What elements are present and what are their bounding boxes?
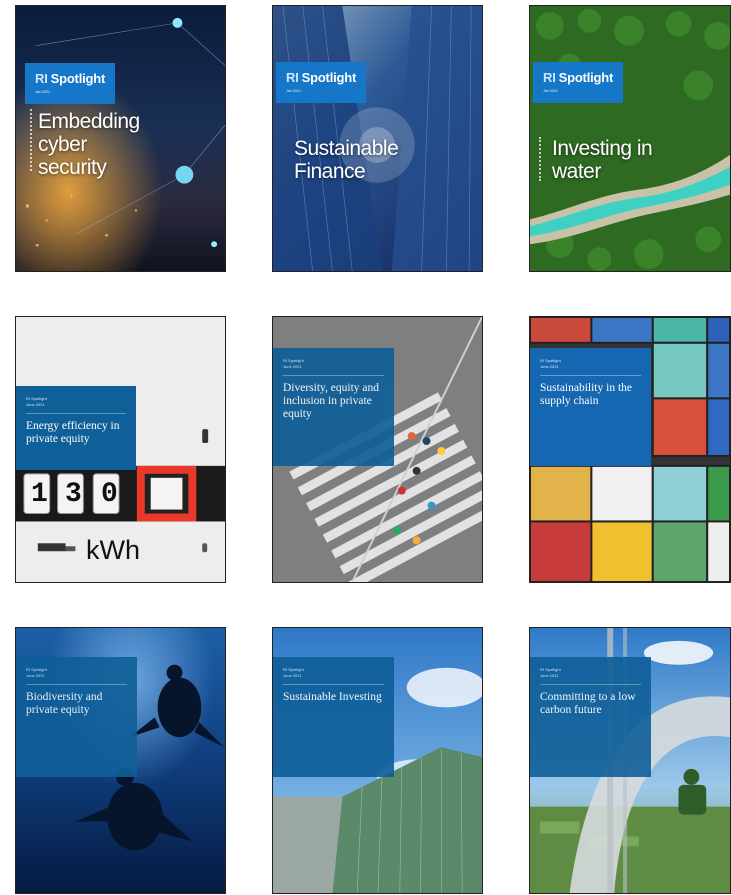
spotlight-date: June 2021 [26, 673, 45, 678]
title-box: RI Spotlight June 2021 Sustainability in… [530, 348, 651, 466]
meter-digit: 0 [101, 479, 118, 510]
report-cover-sustainable-investing[interactable]: RI Spotlight June 2021 Sustainable Inves… [272, 627, 483, 894]
box-rule [540, 684, 641, 685]
report-cover-supply-chain[interactable]: RI Spotlight June 2021 Sustainability in… [529, 316, 731, 583]
cover-title: Sustainable Finance [294, 137, 399, 183]
cover-title: Biodiversity and private equity [26, 691, 103, 716]
meter-digits: 1 3 0 [25, 477, 135, 513]
report-cover-sustainable-finance[interactable]: RI Spotlight Jan 2021 Sustainable Finance [272, 5, 483, 272]
brand-name: Spotlight [558, 70, 614, 85]
report-cover-low-carbon-future[interactable]: RI Spotlight June 2021 Committing to a l… [529, 627, 731, 894]
title-box: RI Spotlight June 2021 Diversity, equity… [273, 348, 394, 466]
report-cover-investing-in-water[interactable]: RI Spotlight Jan 2021 Investing in water [529, 5, 731, 272]
cover-title: Diversity, equity and inclusion in priva… [283, 382, 380, 420]
report-cover-energy-efficiency[interactable]: 1 3 0 kWh RI Spotlight June 2021 Energy … [15, 316, 226, 583]
report-cover-diversity-equity-inclusion[interactable]: RI Spotlight June 2021 Diversity, equity… [272, 316, 483, 583]
title-line: Investing in [552, 137, 653, 160]
brand-date: Jan 2021 [286, 88, 301, 93]
cover-title: Embedding cyber security [38, 110, 140, 179]
report-cover-biodiversity[interactable]: RI Spotlight June 2021 Biodiversity and … [15, 627, 226, 894]
spotlight-date: June 2021 [26, 402, 45, 407]
spotlight-date: June 2021 [283, 673, 302, 678]
meter-unit: kWh [86, 535, 140, 565]
title-box: RI Spotlight June 2021 Energy efficiency… [16, 386, 136, 470]
dotted-divider [30, 109, 35, 171]
report-cover-cyber-security[interactable]: RI Spotlight Jan 2021 Embedding cyber sec… [15, 5, 226, 272]
brand-name: Spotlight [301, 70, 357, 85]
brand-ri: RI [35, 71, 48, 86]
title-line: security [38, 156, 107, 179]
title-line: Finance [294, 160, 366, 183]
cover-title: Investing in water [552, 137, 653, 183]
spotlight-brand-tab: RI Spotlight Jan 2021 [533, 62, 624, 103]
spotlight-date: June 2021 [540, 364, 559, 369]
title-line: Sustainable [294, 137, 399, 160]
box-rule [540, 375, 641, 376]
brand-date: Jan 2021 [35, 89, 50, 94]
title-box: RI Spotlight June 2021 Sustainable Inves… [273, 657, 394, 777]
cover-title: Sustainable Investing [283, 691, 382, 703]
brand-date: Jan 2021 [543, 88, 558, 93]
box-rule [283, 375, 384, 376]
meter-digit: 3 [65, 479, 82, 510]
cover-title: Sustainability in the supply chain [540, 382, 632, 407]
spotlight-brand-tab: RI Spotlight Jan 2021 [276, 62, 367, 103]
spotlight-brand-tab: RI Spotlight Jan 2021 [25, 63, 116, 104]
box-rule [26, 684, 127, 685]
brand-ri: RI [286, 70, 299, 85]
brand-ri: RI [543, 70, 556, 85]
title-line: cyber [38, 133, 87, 156]
spotlight-date: June 2021 [540, 673, 559, 678]
title-line: water [552, 160, 601, 183]
box-rule [283, 684, 384, 685]
box-rule [26, 413, 126, 414]
spotlight-date: June 2021 [283, 364, 302, 369]
dotted-divider [539, 137, 544, 181]
cover-title: Energy efficiency in private equity [26, 420, 120, 445]
meter-digit: 1 [31, 479, 48, 510]
cover-title: Committing to a low carbon future [540, 691, 636, 716]
title-box: RI Spotlight June 2021 Biodiversity and … [16, 657, 137, 777]
brand-name: Spotlight [50, 71, 106, 86]
title-box: RI Spotlight June 2021 Committing to a l… [530, 657, 651, 777]
title-line: Embedding [38, 110, 140, 133]
